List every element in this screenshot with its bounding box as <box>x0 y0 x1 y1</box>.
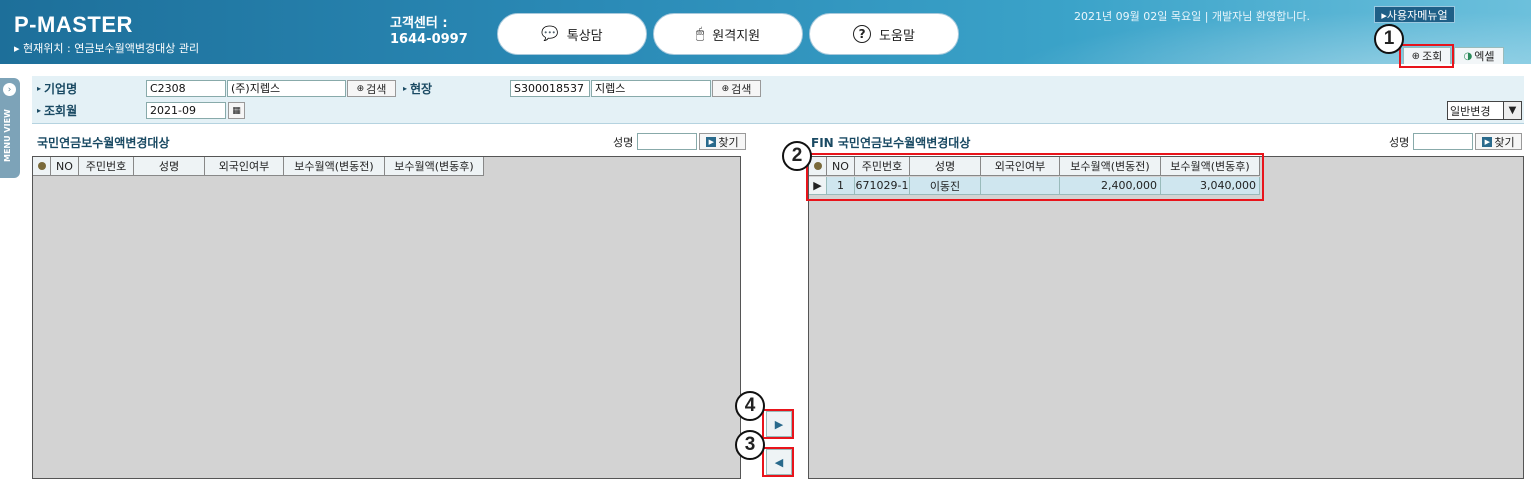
right-find-button[interactable]: ▶ 찾기 <box>1475 133 1522 150</box>
mouse-icon: 🖱 <box>695 26 705 42</box>
annotation-box-search <box>1399 44 1454 68</box>
calendar-icon: ▦ <box>232 105 241 116</box>
annotation-box-move-right <box>762 409 794 439</box>
question-icon: ? <box>853 25 872 43</box>
remote-support-button[interactable]: 🖱 원격지원 <box>653 13 803 55</box>
cs-phone: 1644-0997 <box>390 32 468 47</box>
app-logo: P-MASTER <box>14 12 133 37</box>
chevron-down-icon: ▼ <box>1503 102 1521 119</box>
magnifier-icon: ⊕ <box>721 83 730 94</box>
menu-view-toggle[interactable]: › MENU VIEW <box>0 78 20 178</box>
month-input[interactable]: 2021-09 <box>146 102 226 119</box>
menu-view-label: MENU VIEW <box>3 109 12 163</box>
help-button[interactable]: ? 도움말 <box>809 13 959 55</box>
col-foreign[interactable]: 외국인여부 <box>205 157 284 176</box>
chat-consult-button[interactable]: 💬 톡상담 <box>497 13 647 55</box>
change-type-value: 일반변경 <box>1450 104 1491 118</box>
company-name-input[interactable]: (주)지렙스 <box>227 80 346 97</box>
chat-consult-label: 톡상담 <box>566 28 603 44</box>
annotation-4: 4 <box>735 391 765 421</box>
cs-label: 고객센터 : <box>390 16 448 31</box>
right-find-label: 찾기 <box>1494 135 1515 149</box>
col-no[interactable]: NO <box>51 157 79 176</box>
right-name-label: 성명 <box>1389 136 1410 149</box>
site-name-input[interactable]: 지렙스 <box>591 80 711 97</box>
col-after[interactable]: 보수월액(변동후) <box>385 157 484 176</box>
magnifier-icon: ⊕ <box>356 83 365 94</box>
month-label: 조회월 <box>37 102 77 119</box>
help-label: 도움말 <box>879 28 915 44</box>
excel-icon: ◑ <box>1463 50 1473 62</box>
app-header: P-MASTER ▸ 현재위치 : 연금보수월액변경대상 관리 고객센터 : 1… <box>0 0 1531 64</box>
left-grid-header: NO 주민번호 성명 외국인여부 보수월액(변동전) 보수월액(변동후) <box>33 157 484 176</box>
company-label: 기업명 <box>37 80 77 97</box>
left-name-input[interactable] <box>637 133 697 150</box>
site-label: 현장 <box>403 80 432 97</box>
site-search-label: 검색 <box>731 82 752 96</box>
right-grid[interactable]: NO 주민번호 성명 외국인여부 보수월액(변동전) 보수월액(변동후) ▶ 1… <box>808 156 1524 479</box>
customer-center: 고객센터 : 1644-0997 <box>390 16 468 48</box>
breadcrumb: ▸ 현재위치 : 연금보수월액변경대상 관리 <box>14 42 200 55</box>
col-name[interactable]: 성명 <box>134 157 205 176</box>
col-before[interactable]: 보수월액(변동전) <box>284 157 385 176</box>
company-code-input[interactable]: C2308 <box>146 80 226 97</box>
company-search-button[interactable]: ⊕ 검색 <box>347 80 396 97</box>
annotation-3: 3 <box>735 430 765 460</box>
site-search-button[interactable]: ⊕ 검색 <box>712 80 761 97</box>
calendar-button[interactable]: ▦ <box>228 102 245 119</box>
annotation-1: 1 <box>1374 24 1404 54</box>
site-code-input[interactable]: S300018537 <box>510 80 590 97</box>
bullet-icon <box>37 162 46 170</box>
row-indicator-header <box>33 157 51 176</box>
annotation-box-move-left <box>762 447 794 477</box>
annotation-2: 2 <box>782 141 812 171</box>
arrow-right-icon: ▶ <box>706 136 717 147</box>
left-panel-title: 국민연금보수월액변경대상 <box>37 136 170 150</box>
date-welcome: 2021년 09월 02일 목요일 | 개발자님 환영합니다. <box>1074 10 1310 23</box>
col-jumin[interactable]: 주민번호 <box>79 157 134 176</box>
left-name-label: 성명 <box>613 136 634 149</box>
company-search-label: 검색 <box>366 82 387 96</box>
user-manual-button[interactable]: ▸사용자메뉴얼 <box>1374 6 1455 23</box>
left-find-button[interactable]: ▶ 찾기 <box>699 133 746 150</box>
chat-bubble-icon: 💬 <box>541 26 559 42</box>
annotation-box-grid <box>806 153 1264 201</box>
left-grid[interactable]: NO 주민번호 성명 외국인여부 보수월액(변동전) 보수월액(변동후) <box>32 156 741 479</box>
change-type-select[interactable]: 일반변경 ▼ <box>1447 101 1522 120</box>
arrow-right-icon: ▶ <box>1482 136 1493 147</box>
excel-tab-label: 엑셀 <box>1474 50 1495 63</box>
right-panel-title: FIN 국민연금보수월액변경대상 <box>811 136 971 150</box>
right-name-input[interactable] <box>1413 133 1473 150</box>
remote-support-label: 원격지원 <box>712 28 761 44</box>
excel-tab[interactable]: ◑ 엑셀 <box>1454 47 1504 64</box>
left-find-label: 찾기 <box>718 135 739 149</box>
chevron-right-icon: › <box>3 83 16 96</box>
